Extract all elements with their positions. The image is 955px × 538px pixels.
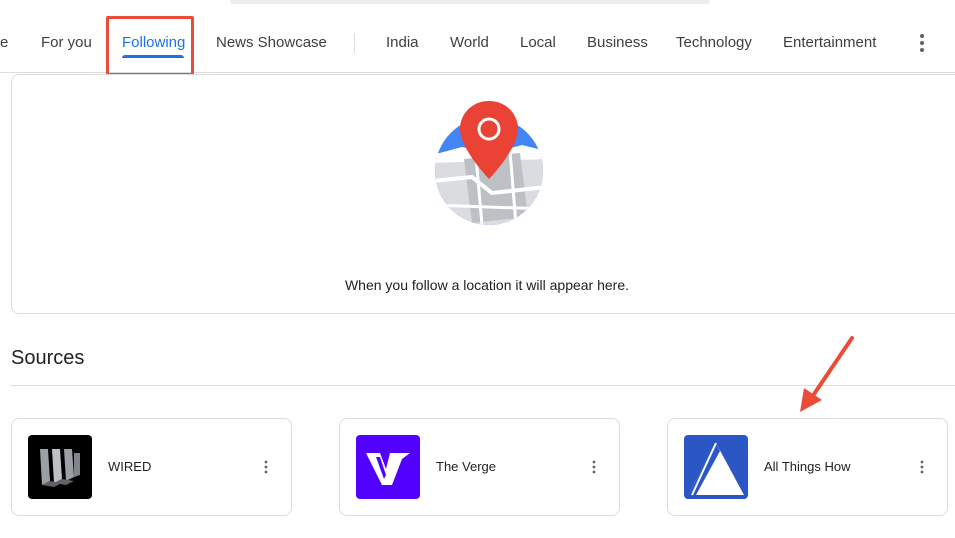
- all-things-how-logo: [684, 435, 748, 499]
- tab-world[interactable]: World: [450, 34, 489, 52]
- the-verge-logo-icon: [366, 453, 410, 485]
- nav-divider: [354, 33, 355, 53]
- all-things-how-logo-icon: [688, 442, 744, 496]
- more-vert-icon[interactable]: [261, 459, 271, 475]
- tab-news-showcase[interactable]: News Showcase: [216, 34, 327, 52]
- wired-logo-icon: [40, 449, 80, 487]
- tab-partial[interactable]: e: [0, 34, 8, 52]
- more-vert-icon[interactable]: [914, 32, 930, 54]
- tab-local[interactable]: Local: [520, 34, 556, 52]
- annotation-highlight-box: [106, 16, 194, 76]
- source-card-the-verge[interactable]: The Verge: [339, 418, 620, 516]
- tab-technology[interactable]: Technology: [676, 34, 752, 52]
- more-vert-icon[interactable]: [917, 459, 927, 475]
- source-card-wired[interactable]: WIRED: [11, 418, 292, 516]
- tab-business[interactable]: Business: [587, 34, 648, 52]
- source-name-all-things-how: All Things How: [764, 459, 851, 474]
- tab-for-you[interactable]: For you: [41, 34, 92, 52]
- more-vert-icon[interactable]: [589, 459, 599, 475]
- source-card-all-things-how[interactable]: All Things How: [667, 418, 948, 516]
- top-navigation-bar: e For you Following News Showcase India …: [0, 0, 955, 76]
- annotation-arrow-icon: [800, 336, 854, 412]
- wired-logo: [28, 435, 92, 499]
- the-verge-logo: [356, 435, 420, 499]
- sources-heading: Sources: [11, 347, 85, 369]
- tab-india[interactable]: India: [386, 34, 419, 52]
- search-bar-shadow: [230, 0, 710, 4]
- source-name-wired: WIRED: [108, 459, 152, 474]
- location-map-icon: [435, 101, 543, 225]
- location-empty-card: When you follow a location it will appea…: [11, 74, 955, 314]
- source-name-the-verge: The Verge: [436, 459, 496, 474]
- location-empty-message: When you follow a location it will appea…: [344, 277, 630, 293]
- tab-entertainment[interactable]: Entertainment: [783, 34, 876, 52]
